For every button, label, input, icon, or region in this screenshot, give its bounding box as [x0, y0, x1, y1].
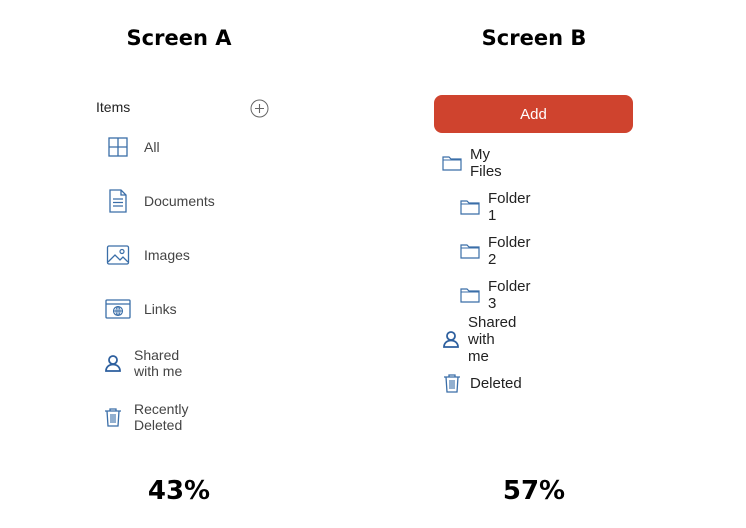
folder-icon: [442, 153, 462, 173]
add-button[interactable]: Add: [434, 95, 633, 133]
nav-item-label: Documents: [144, 193, 215, 209]
nav-item-all[interactable]: All: [104, 133, 160, 161]
trash-icon: [442, 373, 462, 393]
nav-item-documents[interactable]: Documents: [104, 187, 215, 215]
folder-icon: [460, 285, 480, 305]
add-circle-icon[interactable]: [250, 99, 269, 118]
nav-item-label: Links: [144, 301, 177, 317]
nav-item-label: Images: [144, 247, 190, 263]
nav-item-label: All: [144, 139, 160, 155]
image-icon: [104, 241, 132, 269]
link-icon: [104, 295, 132, 323]
trash-icon: [104, 403, 122, 431]
tree-item-label: Deleted: [470, 374, 522, 392]
tree-item-folder-3[interactable]: Folder 3: [460, 278, 531, 312]
screen-a-title: Screen A: [126, 26, 232, 50]
screen-b-title: Screen B: [481, 26, 587, 50]
tree-item-label: Folder 2: [488, 234, 531, 268]
tree-item-folder-2[interactable]: Folder 2: [460, 234, 531, 268]
tree-item-label: My Files: [470, 146, 502, 180]
document-icon: [104, 187, 132, 215]
screen-b-percentage: 57%: [502, 476, 566, 506]
person-icon: [442, 329, 460, 349]
tree-item-label: Folder 3: [488, 278, 531, 312]
items-header: Items: [96, 99, 131, 115]
tree-item-label: Folder 1: [488, 190, 531, 224]
grid-icon: [104, 133, 132, 161]
tree-item-deleted[interactable]: Deleted: [442, 370, 522, 396]
nav-item-links[interactable]: Links: [104, 295, 177, 323]
tree-item-shared-with-me[interactable]: Shared with me: [442, 314, 518, 365]
person-icon: [104, 349, 122, 377]
tree-item-folder-1[interactable]: Folder 1: [460, 190, 531, 224]
tree-item-my-files[interactable]: My Files: [442, 146, 502, 180]
nav-item-label: Shared with me: [134, 347, 183, 379]
nav-item-shared-with-me[interactable]: Shared with me: [104, 347, 189, 379]
nav-item-images[interactable]: Images: [104, 241, 190, 269]
folder-icon: [460, 197, 480, 217]
nav-item-label: Recently Deleted: [134, 401, 189, 433]
tree-item-label: Shared with me: [468, 313, 517, 365]
screen-a-percentage: 43%: [147, 476, 211, 506]
folder-icon: [460, 241, 480, 261]
nav-item-recently-deleted[interactable]: Recently Deleted: [104, 401, 198, 433]
